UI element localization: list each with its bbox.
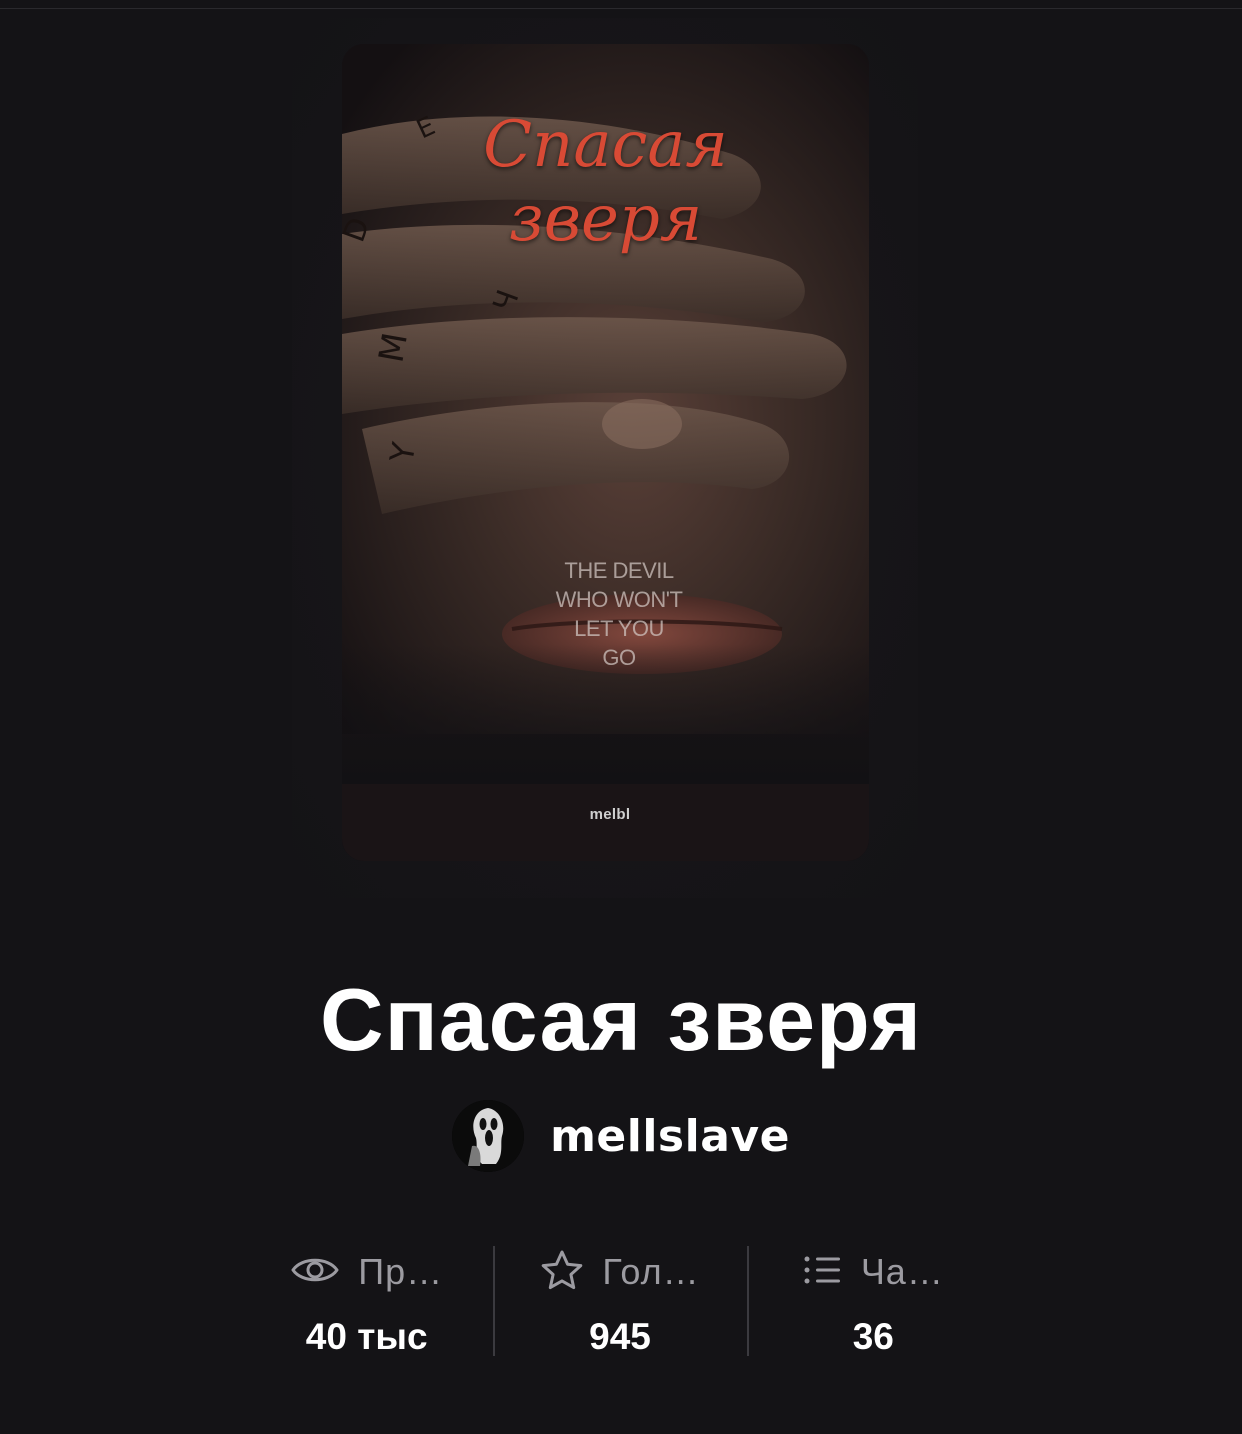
cover-tagline-line: WHO WON'T [555,587,683,612]
stat-label: Гол… [602,1251,700,1292]
list-icon [803,1253,843,1292]
author-link[interactable]: mellslave [0,1100,1242,1172]
stat-value: 40 тыс [305,1316,428,1357]
cover-tagline-line: GO [602,645,636,670]
stat-votes[interactable]: Гол… 945 [493,1244,746,1358]
cover-title: Спасая зверя [342,108,869,256]
cover-tagline-line: LET YOU [574,616,664,641]
cover-tagline: THE DEVIL WHO WON'T LET YOU GO [342,556,869,672]
author-name[interactable]: mellslave [550,1111,790,1162]
cover-title-line2: зверя [508,182,703,256]
stat-value: 36 [852,1316,894,1357]
stat-value: 945 [589,1316,651,1357]
avatar[interactable] [452,1100,525,1172]
top-divider [0,0,1242,9]
stats-bar: Пр… 40 тыс Гол… 945 Ча… 36 [240,1244,1000,1358]
stat-reads[interactable]: Пр… 40 тыс [240,1244,493,1358]
book-cover[interactable]: E D M Ч Y Спасая зверя THE DEVIL WHO WON… [342,44,869,861]
cover-title-line1: Спасая [483,108,728,182]
cover-tagline-line: THE DEVIL [564,558,674,583]
stat-label: Ча… [860,1251,944,1292]
eye-icon [290,1253,340,1292]
page-title: Спасая зверя [320,970,922,1069]
stat-parts[interactable]: Ча… 36 [746,1244,1000,1358]
stat-label: Пр… [358,1251,444,1292]
cover-brand-logo: melbl [589,806,631,823]
star-icon [540,1249,584,1296]
